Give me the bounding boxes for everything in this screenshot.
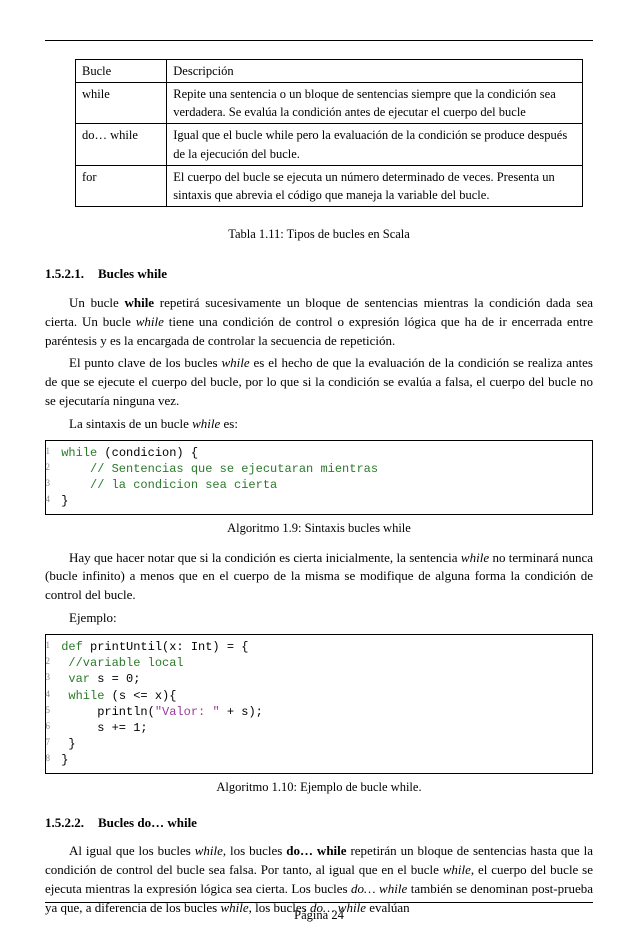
top-rule — [45, 40, 593, 41]
code-block-while-example: 1 def printUntil(x: Int) = { 2 //variabl… — [45, 634, 593, 774]
code-block-while-syntax: 1 while (condicion) { 2 // Sentencias qu… — [45, 440, 593, 515]
table-header-desc: Descripción — [167, 60, 583, 83]
algorithm-caption: Algoritmo 1.10: Ejemplo de bucle while. — [45, 778, 593, 796]
cell-desc: Repite una sentencia o un bloque de sent… — [167, 83, 583, 124]
table-header-loop: Bucle — [76, 60, 167, 83]
section-title: Bucles while — [98, 266, 167, 281]
loop-types-table: Bucle Descripción while Repite una sente… — [75, 59, 583, 207]
table-row: do… while Igual que el bucle while pero … — [76, 124, 583, 165]
table-caption: Tabla 1.11: Tipos de bucles en Scala — [45, 225, 593, 243]
cell-loop: while — [76, 83, 167, 124]
section-number: 1.5.2.1. — [45, 266, 84, 281]
section-heading-dowhile: 1.5.2.2. Bucles do… while — [45, 814, 593, 833]
paragraph: La sintaxis de un bucle while es: — [45, 415, 593, 434]
cell-desc: Igual que el bucle while pero la evaluac… — [167, 124, 583, 165]
page-footer: Página 24 — [45, 902, 593, 924]
table-row: while Repite una sentencia o un bloque d… — [76, 83, 583, 124]
section-title: Bucles do… while — [98, 815, 197, 830]
cell-loop: do… while — [76, 124, 167, 165]
paragraph: Ejemplo: — [45, 609, 593, 628]
paragraph: Hay que hacer notar que si la condición … — [45, 549, 593, 606]
section-heading-while: 1.5.2.1. Bucles while — [45, 265, 593, 284]
algorithm-caption: Algoritmo 1.9: Sintaxis bucles while — [45, 519, 593, 537]
cell-desc: El cuerpo del bucle se ejecuta un número… — [167, 165, 583, 206]
page-number: Página 24 — [45, 906, 593, 924]
cell-loop: for — [76, 165, 167, 206]
table-row: Bucle Descripción — [76, 60, 583, 83]
paragraph: El punto clave de los bucles while es el… — [45, 354, 593, 411]
section-number: 1.5.2.2. — [45, 815, 84, 830]
paragraph: Un bucle while repetirá sucesivamente un… — [45, 294, 593, 351]
table-row: for El cuerpo del bucle se ejecuta un nú… — [76, 165, 583, 206]
